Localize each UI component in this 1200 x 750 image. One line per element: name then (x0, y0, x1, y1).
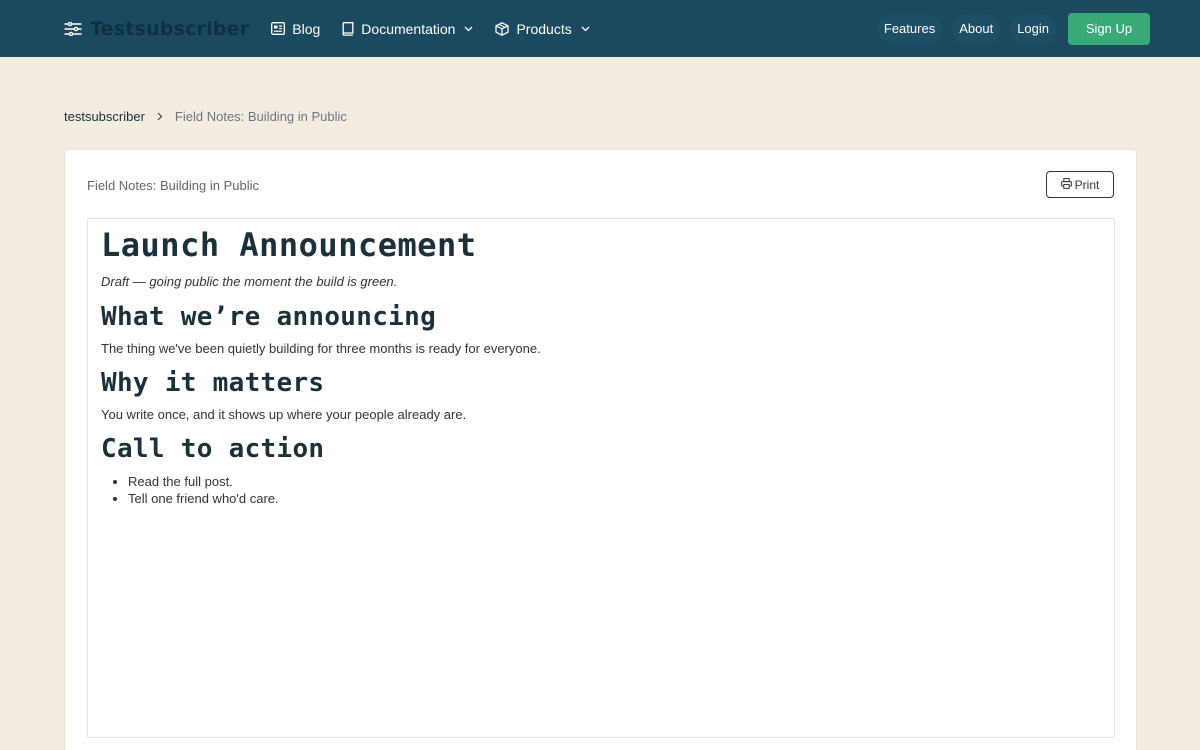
card-title: Field Notes: Building in Public (87, 178, 259, 193)
signup-button[interactable]: Sign Up (1068, 12, 1150, 45)
doc-lead: Draft — going public the moment the buil… (101, 274, 398, 289)
package-icon (495, 21, 510, 36)
top-navbar: Testsubscriber Blog Documentation Produc… (0, 0, 1200, 57)
section-text: The thing we've been quietly building fo… (101, 341, 541, 356)
breadcrumb-current: Field Notes: Building in Public (174, 109, 347, 124)
chevron-down-icon (464, 26, 473, 32)
nav-products-label: Products (516, 20, 572, 37)
section-text: You write once, and it shows up where yo… (101, 407, 467, 422)
breadcrumb-home-link[interactable]: testsubscriber (64, 109, 145, 124)
nav-blog[interactable]: Blog (271, 21, 320, 37)
nav-documentation[interactable]: Documentation (342, 21, 473, 37)
nav-blog-label: Blog (292, 20, 321, 37)
document-preview: Launch Announcement Draft — going public… (87, 218, 1115, 738)
nav-documentation-label: Documentation (361, 20, 456, 37)
brand-name: Testsubscriber (90, 17, 250, 40)
brand[interactable]: Testsubscriber (64, 18, 249, 40)
nav-login-button[interactable]: Login (1010, 13, 1056, 44)
nav-features-button[interactable]: Features (876, 13, 943, 44)
list-item: Read the full post. (128, 473, 1101, 490)
nav-products[interactable]: Products (495, 20, 590, 37)
cta-list: Read the full post. Tell one friend who'… (101, 473, 1101, 507)
book-icon (342, 21, 354, 36)
print-button-label: Print (1074, 177, 1100, 192)
section-heading: Why it matters (101, 368, 325, 398)
section-heading: Call to action (101, 434, 325, 464)
nav-right: Features About Login Sign Up (876, 12, 1150, 45)
document-card: Field Notes: Building in Public Print La… (64, 149, 1137, 750)
chevron-down-icon (581, 26, 590, 32)
chevron-right-icon (157, 112, 163, 121)
doc-title: Launch Announcement (101, 226, 477, 264)
section-heading: What we’re announcing (101, 302, 437, 332)
print-button[interactable]: Print (1046, 171, 1114, 198)
newspaper-icon (271, 22, 286, 35)
nav-about-button[interactable]: About (952, 13, 1001, 44)
printer-icon (1060, 177, 1072, 192)
sliders-icon (64, 21, 82, 36)
breadcrumb: testsubscriber Field Notes: Building in … (64, 109, 347, 124)
list-item: Tell one friend who'd care. (128, 490, 1101, 507)
